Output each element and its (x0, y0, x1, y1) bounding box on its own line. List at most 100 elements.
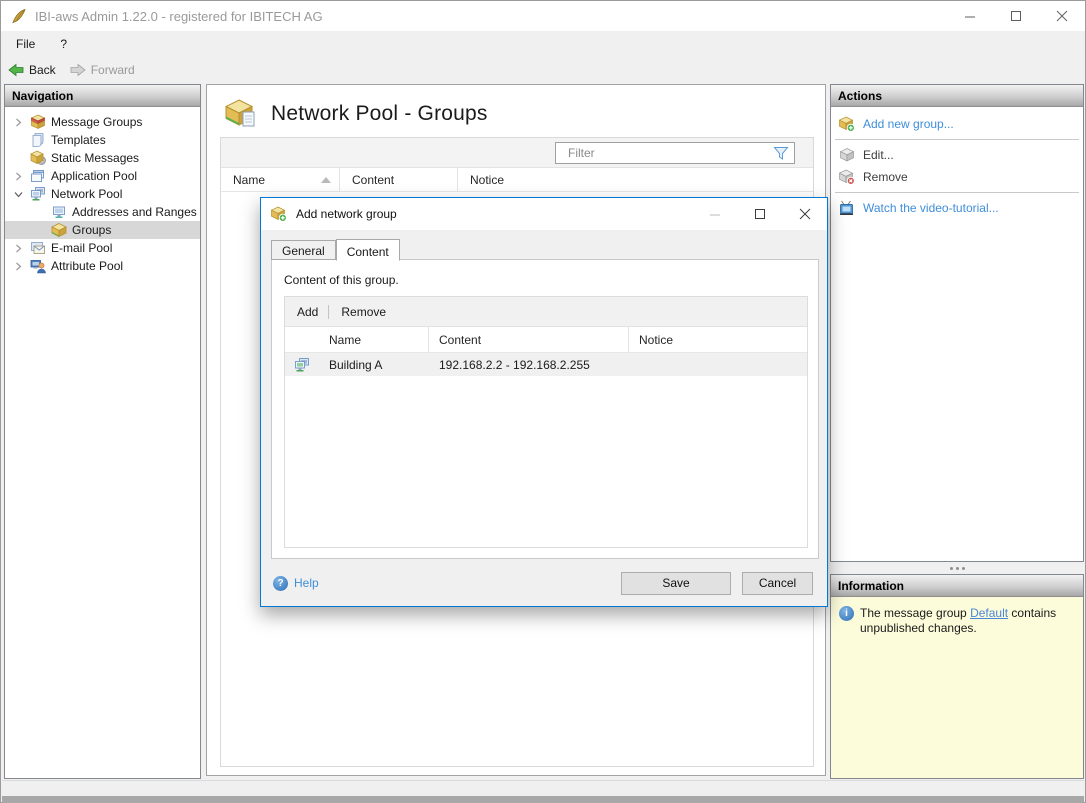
nav-item-label: Groups (72, 223, 112, 237)
expand-chevron-icon[interactable] (11, 118, 25, 127)
back-label: Back (29, 63, 56, 77)
templates-icon (32, 133, 44, 147)
network-pool-groups-icon (225, 99, 255, 127)
forward-button[interactable]: Forward (63, 60, 142, 80)
row-content: 192.168.2.2 - 192.168.2.255 (439, 357, 590, 372)
column-header-icon (285, 327, 319, 352)
application-pool-icon (31, 170, 44, 182)
filter-input[interactable] (556, 146, 773, 160)
nav-item-label: Attribute Pool (51, 259, 124, 273)
forward-arrow-icon (70, 63, 86, 77)
info-icon: i (839, 606, 854, 621)
nav-item-message-groups[interactable]: Message Groups (5, 113, 200, 131)
actions-panel: Actions Add new group... Edit... Remove … (830, 84, 1084, 562)
column-header-notice[interactable]: Notice (458, 168, 813, 191)
help-label: Help (294, 576, 319, 590)
dialog-tabs: General Content (271, 238, 400, 261)
nav-item-label: Templates (51, 133, 106, 147)
add-button[interactable]: Add (285, 302, 328, 322)
main-header: Network Pool - Groups (207, 85, 825, 130)
group-content-box: Add Remove Name Content Notice Building … (284, 296, 808, 548)
save-button[interactable]: Save (621, 571, 731, 595)
content-toolbar: Add Remove (285, 297, 807, 327)
add-network-group-dialog: Add network group General Content Conten… (260, 197, 828, 607)
dialog-minimize-button[interactable] (692, 198, 737, 230)
panel-splitter[interactable] (830, 562, 1084, 574)
content-column-headers: Name Content Notice (285, 327, 807, 353)
maximize-button[interactable] (993, 1, 1039, 31)
column-header-content[interactable]: Content (429, 327, 629, 352)
column-header-name[interactable]: Name (319, 327, 429, 352)
dialog-footer: ? Help Save Cancel (261, 560, 827, 606)
email-pool-icon (31, 242, 45, 254)
minimize-button[interactable] (947, 1, 993, 31)
column-header-content[interactable]: Content (340, 168, 458, 191)
title-bar: IBI-aws Admin 1.22.0 - registered for IB… (1, 1, 1085, 31)
dialog-title: Add network group (296, 207, 397, 221)
network-pool-icon (31, 187, 45, 201)
information-header: Information (831, 575, 1083, 597)
tab-content-page: Content of this group. Add Remove Name C… (271, 259, 819, 559)
action-watch-video-tutorial[interactable]: Watch the video-tutorial... (831, 197, 1083, 219)
attribute-pool-icon (30, 260, 46, 274)
app-window: IBI-aws Admin 1.22.0 - registered for IB… (0, 0, 1086, 803)
nav-item-label: E-mail Pool (51, 241, 113, 255)
nav-item-email-pool[interactable]: E-mail Pool (5, 239, 200, 257)
add-group-icon (839, 116, 855, 132)
column-header-notice[interactable]: Notice (629, 327, 807, 352)
addresses-and-ranges-icon (53, 206, 65, 218)
action-remove[interactable]: Remove (831, 166, 1083, 188)
minimize-icon (709, 214, 720, 216)
nav-item-label: Message Groups (51, 115, 143, 129)
nav-item-groups[interactable]: Groups (5, 221, 200, 239)
dialog-maximize-button[interactable] (737, 198, 782, 230)
dialog-close-button[interactable] (782, 198, 827, 230)
actions-header: Actions (831, 85, 1083, 107)
collapse-chevron-icon[interactable] (11, 190, 25, 199)
action-label: Remove (863, 170, 908, 184)
add-group-icon (271, 206, 287, 222)
nav-item-application-pool[interactable]: Application Pool (5, 167, 200, 185)
table-row[interactable]: Building A 192.168.2.2 - 192.168.2.255 (285, 353, 807, 376)
nav-item-templates[interactable]: Templates (5, 131, 200, 149)
help-link[interactable]: ? Help (273, 575, 319, 591)
default-group-link[interactable]: Default (970, 606, 1008, 620)
message-groups-icon (30, 114, 46, 130)
expand-chevron-icon[interactable] (11, 262, 25, 271)
separator (835, 139, 1079, 140)
nav-item-attribute-pool[interactable]: Attribute Pool (5, 257, 200, 275)
action-edit[interactable]: Edit... (831, 144, 1083, 166)
remove-button[interactable]: Remove (329, 302, 396, 322)
action-label: Add new group... (863, 117, 954, 131)
nav-item-label: Network Pool (51, 187, 123, 201)
tab-content[interactable]: Content (335, 239, 400, 261)
filter-funnel-icon[interactable] (773, 146, 789, 161)
filter-strip (221, 138, 813, 168)
expand-chevron-icon[interactable] (11, 172, 25, 181)
nav-item-addresses-and-ranges[interactable]: Addresses and Ranges (5, 203, 200, 221)
edit-group-icon (839, 148, 855, 162)
column-header-name[interactable]: Name (221, 168, 340, 191)
menu-file[interactable]: File (6, 33, 45, 55)
nav-item-network-pool[interactable]: Network Pool (5, 185, 200, 203)
app-logo-icon (12, 8, 26, 24)
back-button[interactable]: Back (1, 60, 63, 80)
nav-item-static-messages[interactable]: Static Messages (5, 149, 200, 167)
row-name: Building A (329, 357, 383, 372)
window-bottom-edge (2, 796, 1084, 803)
information-body: i The message group Default contains unp… (831, 597, 1083, 778)
expand-chevron-icon[interactable] (11, 244, 25, 253)
close-button[interactable] (1039, 1, 1085, 31)
minimize-icon (965, 16, 975, 18)
cancel-button[interactable]: Cancel (742, 571, 813, 595)
action-add-new-group[interactable]: Add new group... (831, 113, 1083, 135)
network-range-icon (295, 357, 309, 371)
navigation-panel: Navigation Message Groups Templates Stat… (4, 84, 201, 779)
nav-toolbar: Back Forward (1, 57, 1085, 83)
static-messages-icon (30, 150, 46, 165)
filter-field (555, 142, 795, 164)
action-label: Watch the video-tutorial... (863, 201, 999, 215)
navigation-tree: Message Groups Templates Static Messages (5, 107, 200, 275)
menu-help[interactable]: ? (50, 33, 77, 55)
tab-general[interactable]: General (271, 240, 336, 260)
